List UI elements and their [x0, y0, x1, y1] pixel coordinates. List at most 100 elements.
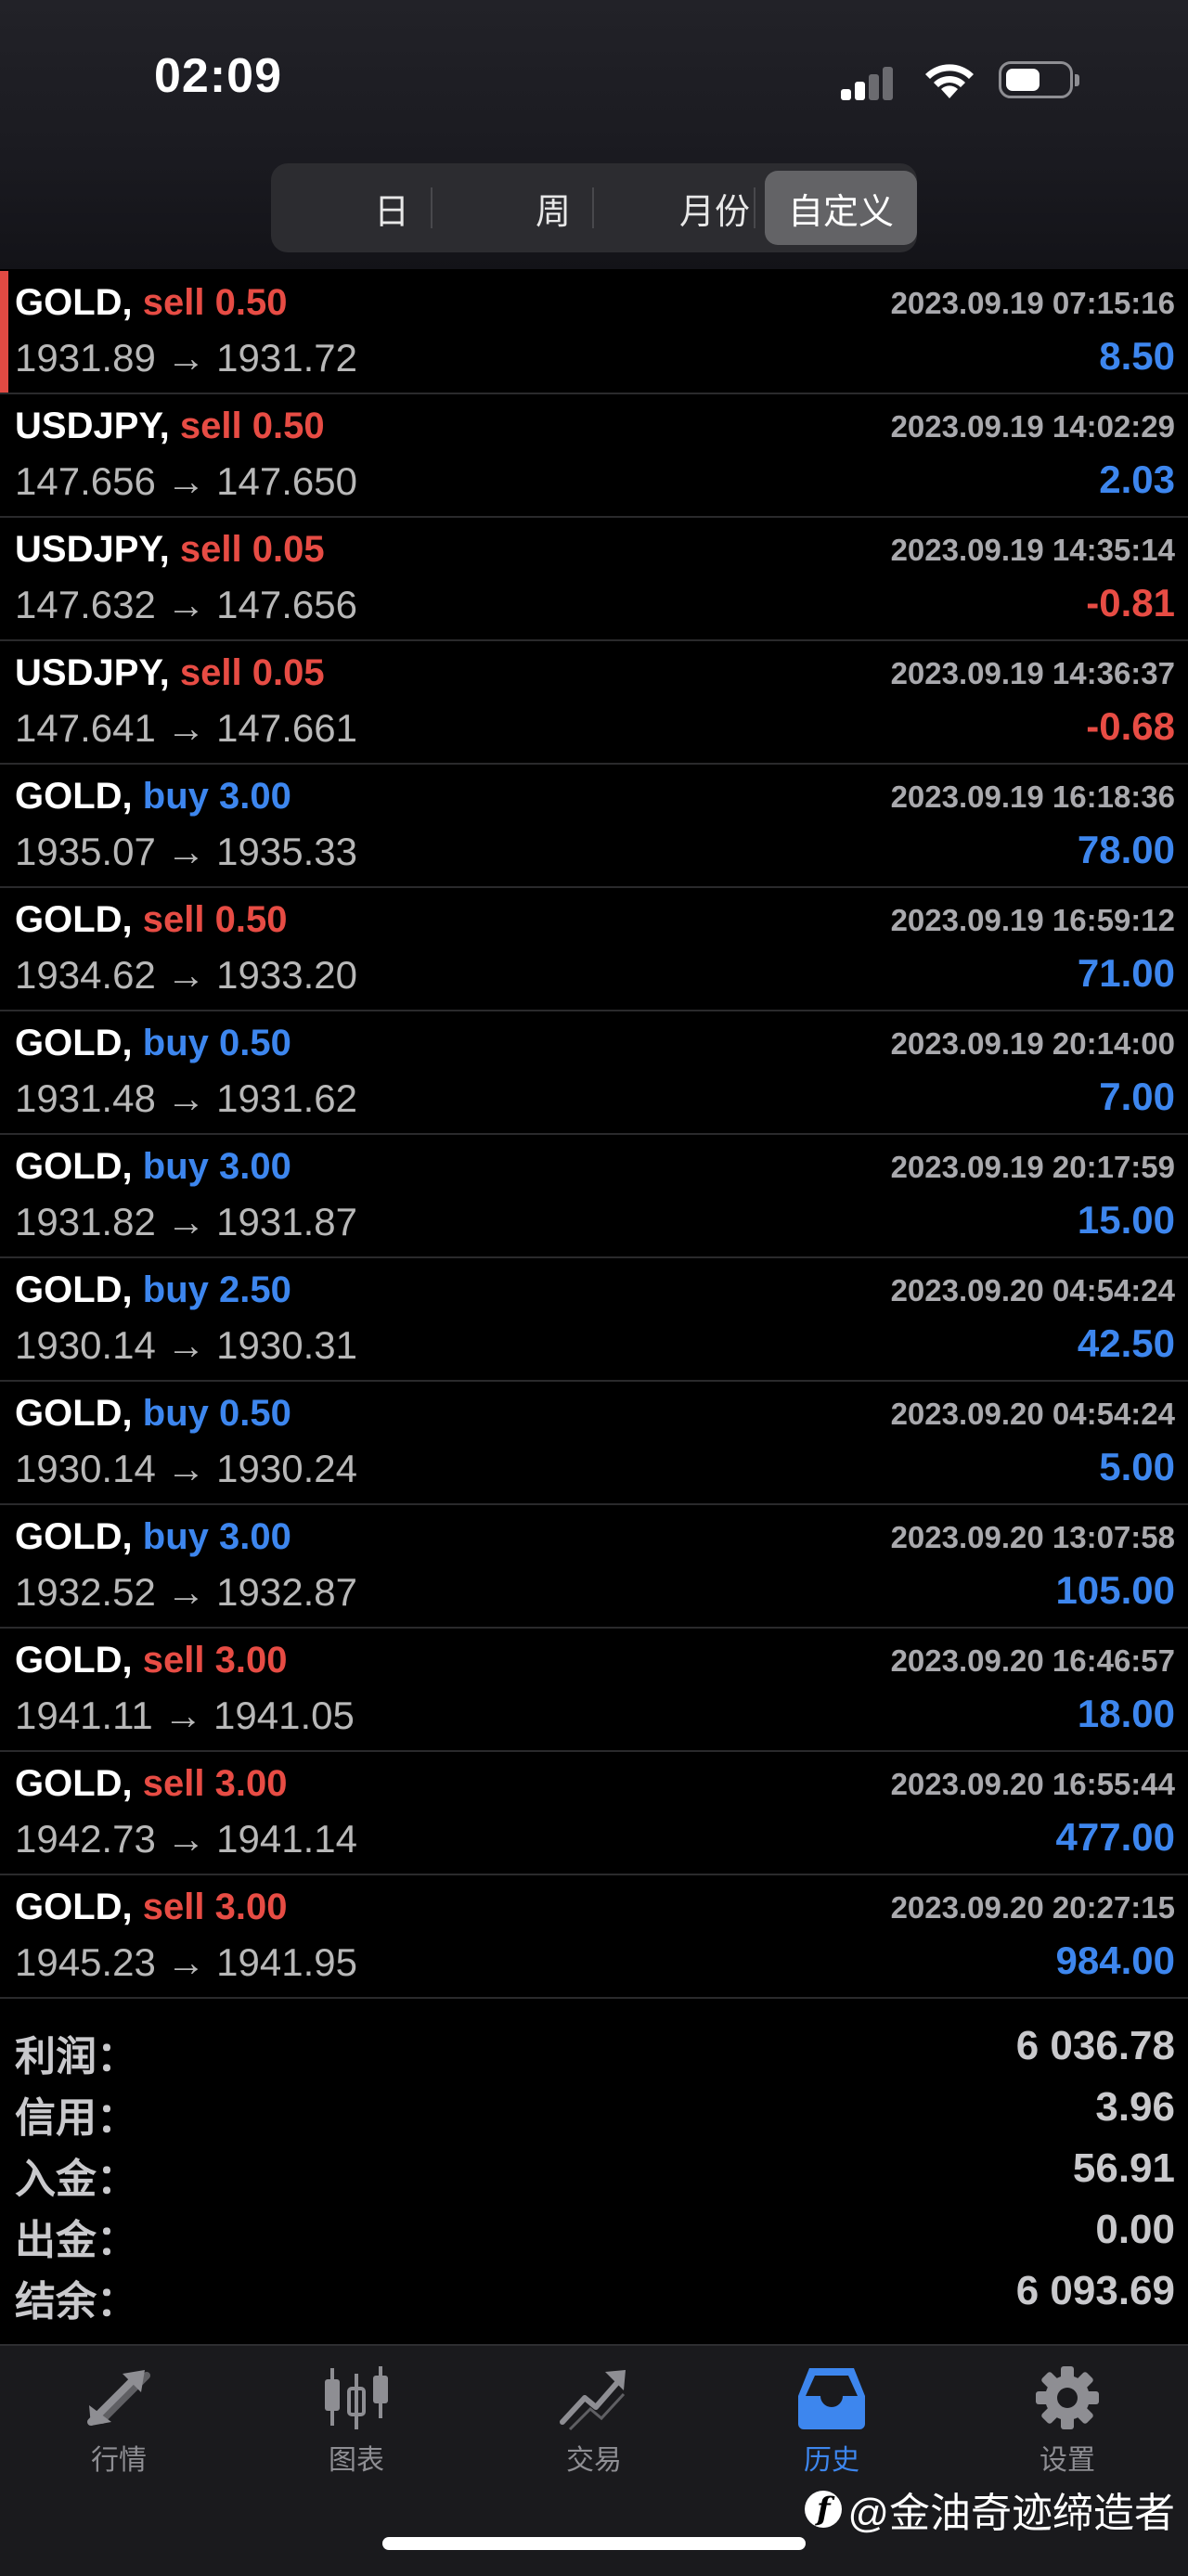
trade-symbol: GOLD, — [15, 282, 133, 323]
trade-profit: -0.81 — [1086, 581, 1175, 625]
trade-symbol-line: GOLD, buy 0.50 — [15, 1023, 291, 1064]
trade-profit: 71.00 — [1077, 951, 1175, 995]
trade-row[interactable]: GOLD, buy 2.50 1930.14 → 1930.31 2023.09.2… — [0, 1258, 1188, 1382]
status-time: 02:09 — [154, 49, 282, 103]
trade-symbol-line: USDJPY, sell 0.05 — [15, 652, 325, 694]
arrow-icon: → — [166, 1076, 206, 1120]
segment-week[interactable]: 周 — [477, 171, 629, 245]
open-price: 1935.07 — [15, 830, 156, 873]
open-price: 1931.48 — [15, 1076, 156, 1120]
summary-deposit-row: 入金： 56.91 — [0, 2145, 1188, 2207]
trade-side: sell 0.50 — [180, 406, 325, 446]
trade-symbol-line: GOLD, buy 2.50 — [15, 1269, 291, 1311]
gear-icon — [1036, 2366, 1099, 2429]
trade-lots: 0.05 — [252, 652, 325, 693]
trade-profit: 42.50 — [1077, 1321, 1175, 1365]
trade-lots: 3.00 — [219, 1516, 291, 1557]
summary-label: 出金： — [15, 2218, 137, 2263]
arrow-icon: → — [166, 583, 206, 626]
trade-row[interactable]: GOLD, buy 3.00 1935.07 → 1935.33 2023.09.1… — [0, 765, 1188, 888]
close-price: 1935.33 — [216, 830, 357, 873]
period-segmented-control: 日 周 月份 自定义 — [271, 163, 917, 252]
trade-symbol: GOLD, — [15, 1023, 133, 1063]
trade-prices: 1931.48 → 1931.62 — [15, 1076, 357, 1121]
open-price: 1932.52 — [15, 1570, 156, 1614]
trade-row[interactable]: GOLD, sell 0.50 1934.62 → 1933.20 2023.09.… — [0, 888, 1188, 1011]
close-price: 1941.05 — [213, 1694, 355, 1737]
trade-side: buy 3.00 — [143, 776, 291, 817]
trade-lots: 0.50 — [252, 406, 325, 446]
trade-lots: 0.50 — [214, 282, 288, 323]
trade-row[interactable]: GOLD, sell 3.00 1945.23 → 1941.95 2023.09.… — [0, 1875, 1188, 1999]
tab-label: 设置 — [1040, 2445, 1095, 2476]
trade-lots: 3.00 — [214, 1763, 288, 1804]
trade-lots: 0.50 — [219, 1393, 291, 1434]
trade-symbol: GOLD, — [15, 1146, 133, 1187]
trade-time: 2023.09.20 04:54:24 — [890, 1273, 1175, 1307]
tab-quotes[interactable]: 行情 — [54, 2364, 184, 2478]
close-price: 1930.31 — [216, 1323, 357, 1367]
trade-prices: 1931.82 → 1931.87 — [15, 1200, 357, 1244]
trade-side: sell 0.50 — [143, 282, 288, 323]
tab-settings[interactable]: 设置 — [1002, 2364, 1132, 2478]
trade-prices: 1931.89 → 1931.72 — [15, 336, 357, 380]
tab-chart[interactable]: 图表 — [291, 2364, 421, 2478]
trade-symbol: GOLD, — [15, 1763, 133, 1804]
trade-icon — [560, 2370, 626, 2431]
trade-side: sell 0.50 — [143, 899, 288, 940]
trade-prices: 1935.07 → 1935.33 — [15, 830, 357, 874]
arrow-icon: → — [166, 1323, 206, 1367]
segment-custom[interactable]: 自定义 — [765, 171, 917, 245]
tab-trade[interactable]: 交易 — [529, 2364, 659, 2478]
trade-profit: 78.00 — [1077, 828, 1175, 871]
trade-time: 2023.09.19 20:17:59 — [890, 1150, 1175, 1184]
trade-row[interactable]: GOLD, sell 0.50 1931.89 → 1931.72 2023.09.… — [0, 271, 1188, 394]
trade-time: 2023.09.20 20:27:15 — [890, 1890, 1175, 1925]
summary-label: 利润： — [15, 2034, 137, 2080]
tab-label: 图表 — [329, 2445, 384, 2476]
trade-side-text: buy — [142, 1393, 209, 1434]
trade-prices: 147.632 → 147.656 — [15, 583, 357, 627]
trade-side-text: sell — [179, 406, 242, 446]
trade-side: buy 0.50 — [143, 1023, 291, 1063]
trade-side-text: buy — [142, 1146, 209, 1187]
open-price: 1945.23 — [15, 1940, 156, 1984]
trade-time: 2023.09.19 14:35:14 — [890, 533, 1175, 567]
tab-history[interactable]: 历史 — [767, 2364, 897, 2478]
trade-profit: 5.00 — [1099, 1445, 1175, 1488]
trade-side: buy 3.00 — [143, 1146, 291, 1187]
segment-day[interactable]: 日 — [316, 171, 468, 245]
tab-label: 行情 — [91, 2445, 147, 2476]
trade-side: buy 0.50 — [143, 1393, 291, 1434]
close-price: 1941.95 — [216, 1940, 357, 1984]
trade-prices: 147.641 → 147.661 — [15, 706, 357, 751]
cellular-signal-icon — [841, 65, 902, 100]
trade-profit: 105.00 — [1055, 1568, 1175, 1612]
chart-icon — [325, 2366, 388, 2429]
tab-label: 交易 — [566, 2445, 622, 2476]
trade-symbol-line: USDJPY, sell 0.50 — [15, 406, 325, 447]
trade-lots: 3.00 — [214, 1640, 288, 1681]
close-price: 1931.62 — [216, 1076, 357, 1120]
trade-row[interactable]: USDJPY, sell 0.05 147.632 → 147.656 2023.0… — [0, 518, 1188, 641]
history-icon — [798, 2368, 865, 2429]
trade-row[interactable]: GOLD, buy 0.50 1931.48 → 1931.62 2023.09.1… — [0, 1011, 1188, 1135]
summary-label: 结余： — [15, 2279, 137, 2325]
trade-time: 2023.09.20 13:07:58 — [890, 1520, 1175, 1554]
trade-profit: -0.68 — [1086, 704, 1175, 748]
trade-row[interactable]: GOLD, sell 3.00 1941.11 → 1941.05 2023.09.… — [0, 1629, 1188, 1752]
account-summary: 利润： 6 036.78 信用： 3.96 入金： 56.91 出金： 0.00… — [0, 2023, 1188, 2343]
trade-row[interactable]: GOLD, buy 3.00 1932.52 → 1932.87 2023.09.2… — [0, 1505, 1188, 1629]
quotes-icon — [87, 2370, 150, 2426]
trade-lots: 3.00 — [214, 1887, 288, 1927]
trade-row[interactable]: GOLD, buy 0.50 1930.14 → 1930.24 2023.09.2… — [0, 1382, 1188, 1505]
trade-prices: 1942.73 → 1941.14 — [15, 1817, 357, 1861]
trade-row[interactable]: GOLD, buy 3.00 1931.82 → 1931.87 2023.09.1… — [0, 1135, 1188, 1258]
trade-row[interactable]: USDJPY, sell 0.50 147.656 → 147.650 2023.0… — [0, 394, 1188, 518]
trade-profit: 2.03 — [1099, 457, 1175, 501]
trade-row[interactable]: GOLD, sell 3.00 1942.73 → 1941.14 2023.09.… — [0, 1752, 1188, 1875]
open-price: 147.632 — [15, 583, 156, 626]
trade-prices: 1930.14 → 1930.31 — [15, 1323, 357, 1368]
trade-side-text: sell — [179, 652, 242, 693]
trade-row[interactable]: USDJPY, sell 0.05 147.641 → 147.661 2023.0… — [0, 641, 1188, 765]
